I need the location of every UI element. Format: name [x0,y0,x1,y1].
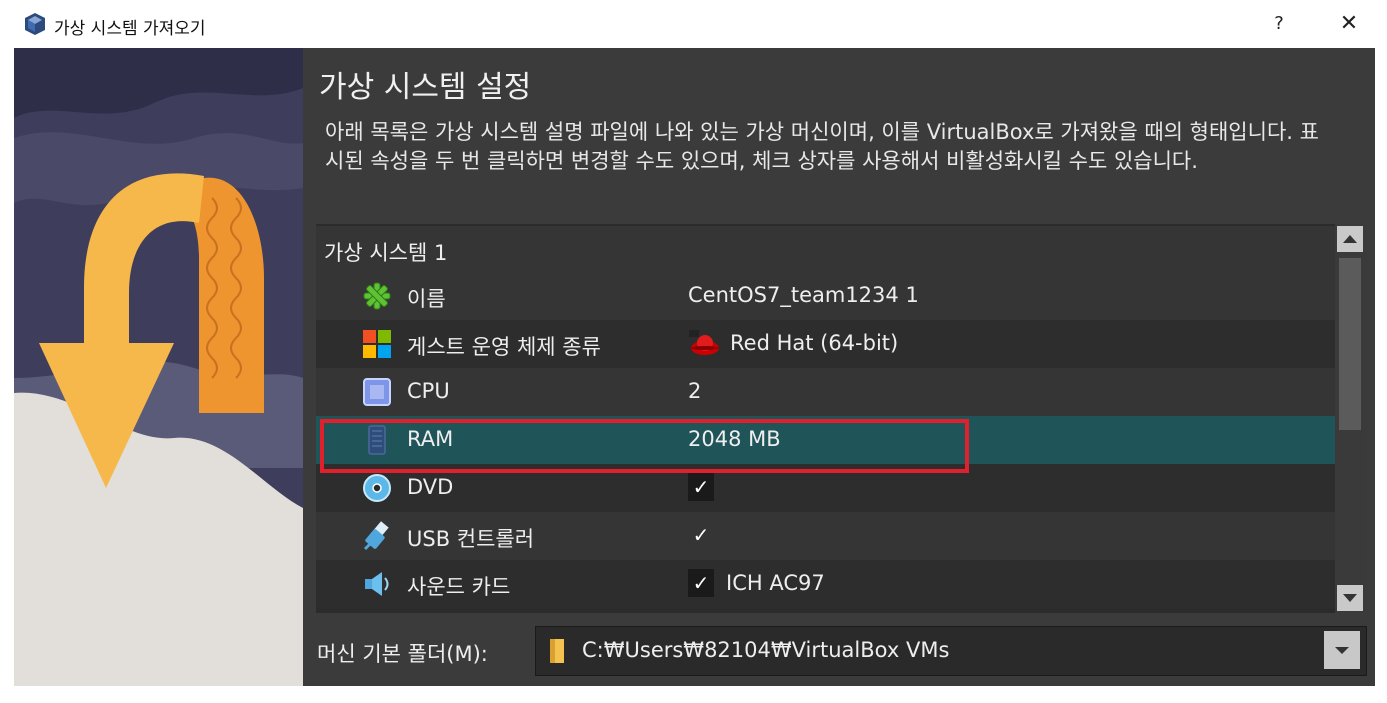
arrow-down-icon [1343,594,1357,602]
cpu-icon [363,378,391,406]
os-type-icon [363,330,391,358]
tree-row-sound-card[interactable]: 사운드 카드 ✓ ICH AC97 [316,560,1335,608]
settings-panel: 가상 시스템 설정 아래 목록은 가상 시스템 설명 파일에 나와 있는 가상 … [303,48,1375,686]
redhat-icon [689,330,719,355]
sound-checkbox[interactable]: ✓ [688,569,714,597]
folder-dropdown-button[interactable] [1324,631,1360,669]
tree-row-usb[interactable]: USB 컨트롤러 ✓ [316,512,1335,560]
scroll-down-button[interactable] [1337,585,1363,611]
scroll-up-button[interactable] [1337,226,1363,252]
title-bar: 가상 시스템 가져오기 ? ✕ [0,0,1387,48]
page-description: 아래 목록은 가상 시스템 설명 파일에 나와 있는 가상 머신이며, 이를 V… [325,120,1319,173]
machine-folder-combobox[interactable]: C:₩Users₩82104₩VirtualBox VMs [535,626,1367,676]
vertical-scrollbar[interactable] [1335,224,1367,613]
dvd-checkbox[interactable]: ✓ [688,473,714,501]
tree-group-virtual-system-1[interactable]: 가상 시스템 1 [316,226,1335,272]
row-value[interactable]: CentOS7_team1234 1 [688,283,919,307]
name-star-icon [363,282,391,310]
sound-icon [365,572,389,596]
arrow-up-icon [1343,235,1357,243]
chevron-down-icon [1335,647,1349,654]
row-label: 이름 [407,287,446,311]
window-title: 가상 시스템 가져오기 [54,19,206,39]
tree-row-guest-os[interactable]: 게스트 운영 체제 종류 Red Hat (64-bit) [316,320,1335,368]
group-label: 가상 시스템 1 [324,241,448,265]
row-value[interactable]: ICH AC97 [726,571,825,595]
appliance-settings-tree[interactable]: 가상 시스템 1 이름 CentOS7_team1234 1 게스트 운영 체제… [316,224,1367,613]
machine-folder-path: C:₩Users₩82104₩VirtualBox VMs [582,638,950,662]
ram-row-highlight-box [320,419,969,473]
folder-icon [550,639,564,663]
usb-icon [363,521,389,551]
close-button[interactable]: ✕ [1334,10,1364,38]
virtualbox-icon [25,13,45,35]
tree-row-cpu[interactable]: CPU 2 [316,368,1335,416]
row-value[interactable]: 2 [688,379,701,403]
row-label: DVD [407,475,454,499]
dvd-icon [363,474,391,502]
row-value[interactable]: Red Hat (64-bit) [730,331,898,355]
row-label: 게스트 운영 체제 종류 [407,335,601,359]
row-label: USB 컨트롤러 [407,527,535,551]
row-label: CPU [407,379,450,403]
row-label: 사운드 카드 [407,575,511,599]
usb-checkbox[interactable]: ✓ [688,521,714,549]
tree-row-name[interactable]: 이름 CentOS7_team1234 1 [316,272,1335,320]
page-heading: 가상 시스템 설정 [319,70,532,105]
import-wizard-illustration [14,48,303,686]
scroll-thumb[interactable] [1339,258,1361,430]
machine-folder-label: 머신 기본 폴더(M): [317,642,488,666]
help-button[interactable]: ? [1266,10,1292,38]
